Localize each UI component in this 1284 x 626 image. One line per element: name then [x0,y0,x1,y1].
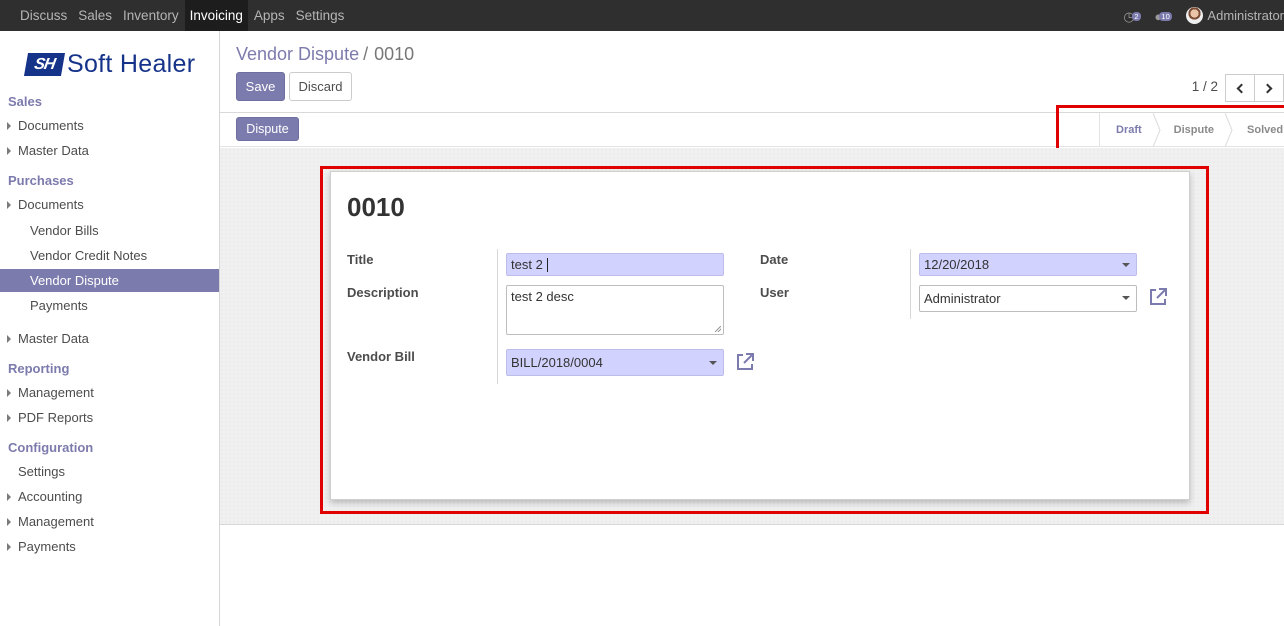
message-count-badge: 10 [1159,11,1172,21]
breadcrumb: Vendor Dispute/0010 [236,44,414,65]
dispute-action-button[interactable]: Dispute [236,117,299,141]
sidebar-section-configuration: Configuration [8,440,94,455]
sidebar-item-sales-documents[interactable]: Documents [0,114,219,137]
sidebar-item-settings[interactable]: Settings [0,460,219,483]
sidebar-item-vendor-dispute[interactable]: Vendor Dispute [0,269,219,292]
sidebar-item-vendor-credit-notes[interactable]: Vendor Credit Notes [0,244,219,267]
status-highlight-box [1056,105,1284,154]
sidebar-item-label: Vendor Bills [30,223,99,238]
breadcrumb-separator: / [363,44,369,64]
sidebar-item-label: Vendor Dispute [30,273,119,288]
chevron-right-icon [1262,83,1273,93]
sidebar-item-label: Vendor Credit Notes [30,248,148,263]
logo-wordmark: Soft Healer [67,50,196,78]
sidebar-item-label: Payments [30,298,88,313]
caret-right-icon [7,413,11,422]
sidebar-item-config-payments[interactable]: Payments [0,535,219,558]
caret-right-icon [7,517,11,526]
caret-right-icon [7,146,11,155]
app-menu: Discuss Sales Inventory Invoicing Apps S… [15,0,350,31]
sidebar-section-reporting: Reporting [8,361,70,376]
menu-sales[interactable]: Sales [73,0,117,31]
sidebar-item-label: Settings [18,464,65,479]
company-logo: SH Soft Healer [23,50,196,79]
menu-inventory[interactable]: Inventory [118,0,184,31]
caret-right-icon [7,334,11,343]
sidebar-item-payments[interactable]: Payments [0,294,219,317]
sidebar-item-label: PDF Reports [18,410,94,425]
sidebar-item-purchases-documents[interactable]: Documents [0,193,219,216]
messaging-systray[interactable]: ● 10 [1154,9,1172,23]
pager-next-button[interactable] [1254,74,1284,102]
breadcrumb-parent-link[interactable]: Vendor Dispute [236,44,359,64]
sidebar-item-label: Documents [18,197,84,212]
sidebar-item-sales-master-data[interactable]: Master Data [0,139,219,162]
save-button[interactable]: Save [236,72,285,101]
breadcrumb-current: 0010 [374,44,415,64]
caret-right-icon [7,388,11,397]
activity-count-badge: 2 [1132,11,1141,21]
sidebar-item-label: Master Data [18,143,89,158]
caret-right-icon [7,542,11,551]
sidebar-item-label: Documents [18,118,84,133]
caret-right-icon [7,200,11,209]
menu-discuss[interactable]: Discuss [15,0,72,31]
sidebar-section-sales: Sales [8,94,42,109]
pager-previous-button[interactable] [1225,74,1255,102]
sidebar-item-label: Master Data [18,331,89,346]
sidebar-item-pdf-reports[interactable]: PDF Reports [0,406,219,429]
top-navbar: Discuss Sales Inventory Invoicing Apps S… [0,0,1284,31]
sidebar-item-config-management[interactable]: Management [0,510,219,533]
menu-invoicing[interactable]: Invoicing [184,0,248,31]
sidebar-item-label: Management [18,385,94,400]
sidebar-item-accounting[interactable]: Accounting [0,485,219,508]
discard-button[interactable]: Discard [289,72,352,101]
caret-right-icon [7,121,11,130]
menu-settings[interactable]: Settings [291,0,350,31]
caret-right-icon [7,492,11,501]
pager-value[interactable]: 1 / 2 [1192,79,1218,94]
sheet-highlight-box [320,166,1209,514]
sidebar-item-label: Accounting [18,489,83,504]
sidebar-item-management[interactable]: Management [0,381,219,404]
sidebar-item-purchases-master-data[interactable]: Master Data [0,327,219,350]
menu-apps[interactable]: Apps [249,0,290,31]
sidebar-item-label: Management [18,514,94,529]
sidebar-section-purchases: Purchases [8,173,74,188]
logo-mark: SH [23,53,66,76]
sidebar-item-vendor-bills[interactable]: Vendor Bills [0,219,219,242]
user-avatar[interactable] [1186,7,1204,24]
user-menu[interactable]: Administrator [1207,8,1284,23]
control-panel: Vendor Dispute/0010 Save Discard 1 / 2 [220,31,1284,113]
sidebar-item-label: Payments [18,539,76,554]
activity-systray[interactable]: ◷ 2 [1123,9,1141,23]
chevron-left-icon [1236,83,1247,93]
systray: ◷ 2 ● 10 Administrator [1123,0,1284,31]
